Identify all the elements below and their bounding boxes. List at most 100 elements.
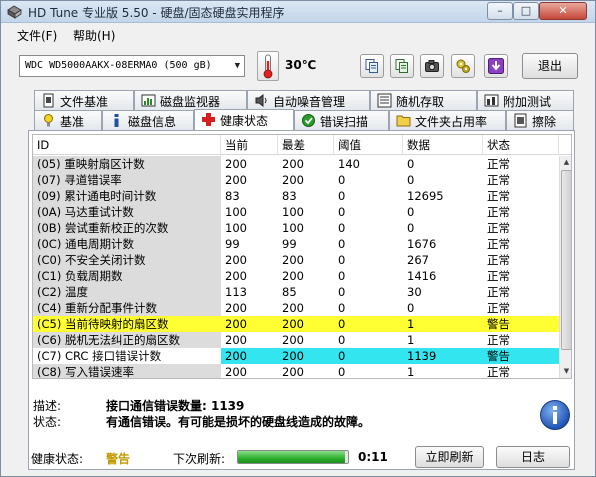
cell-status: 正常 (487, 253, 510, 267)
cell-data: 0 (407, 301, 415, 315)
tab-random-access[interactable]: 随机存取 (370, 90, 477, 110)
status-value: 有通信错误。有可能是损坏的硬盘线造成的故障。 (106, 415, 371, 429)
scroll-up-icon[interactable]: ▲ (560, 156, 571, 169)
cell-threshold: 0 (338, 365, 346, 379)
file-benchmark-icon (43, 93, 54, 108)
cell-id: (0A) 马达重试计数 (33, 204, 221, 220)
tab-random-access-label: 随机存取 (396, 95, 445, 109)
cell-data: 0 (407, 157, 415, 171)
copy-all-button[interactable] (390, 54, 414, 78)
dropdown-arrow-icon: ▼ (234, 61, 240, 71)
cell-current: 200 (225, 157, 247, 171)
close-button[interactable]: ✕ (539, 2, 587, 20)
cell-status: 正常 (487, 237, 510, 251)
tab-aam[interactable]: 自动噪音管理 (247, 90, 370, 110)
options-button[interactable] (451, 54, 475, 78)
column-header-data[interactable]: 数据 (403, 135, 483, 155)
scroll-down-icon[interactable]: ▼ (560, 365, 571, 378)
tab-disk-monitor-label: 磁盘监视器 (160, 95, 221, 109)
cell-data: 0 (407, 221, 415, 235)
cell-threshold: 140 (338, 157, 360, 171)
column-header-status[interactable]: 状态 (483, 135, 559, 155)
cell-id: (09) 累计通电时间计数 (33, 188, 221, 204)
cell-data: 1676 (407, 237, 437, 251)
temperature-button[interactable] (257, 51, 279, 81)
exit-button[interactable]: 退出 (522, 53, 578, 79)
cell-data: 1 (407, 317, 415, 331)
table-row[interactable]: (0A) 马达重试计数 100 100 0 0 正常 (33, 204, 571, 220)
tab-folder-usage[interactable]: 文件夹占用率 (389, 110, 506, 130)
cell-worst: 200 (282, 333, 304, 347)
tab-erase[interactable]: 擦除 (506, 110, 574, 130)
copy-button[interactable] (360, 54, 384, 78)
refresh-now-button[interactable]: 立即刷新 (415, 446, 484, 468)
cell-worst: 100 (282, 205, 304, 219)
cell-threshold: 0 (338, 333, 346, 347)
table-row[interactable]: (09) 累计通电时间计数 83 83 0 12695 正常 (33, 188, 571, 204)
cell-current: 200 (225, 173, 247, 187)
table-row[interactable]: (C4) 重新分配事件计数 200 200 0 0 正常 (33, 300, 571, 316)
maximize-button[interactable]: □ (513, 2, 539, 20)
table-row[interactable]: (C0) 不安全关闭计数 200 200 0 267 正常 (33, 252, 571, 268)
vertical-scrollbar[interactable]: ▲ ▼ (559, 156, 571, 378)
tab-disk-info[interactable]: 磁盘信息 (102, 110, 194, 130)
menu-help[interactable]: 帮助(H) (73, 27, 115, 44)
cell-status: 正常 (487, 205, 510, 219)
table-row[interactable]: (C5) 当前待映射的扇区数 200 200 0 1 警告 (33, 316, 571, 332)
extra-tests-icon (484, 94, 499, 107)
thermometer-icon (263, 54, 273, 79)
table-row[interactable]: (05) 重映射扇区计数 200 200 140 0 正常 (33, 156, 571, 172)
cell-data: 12695 (407, 189, 444, 203)
cell-current: 100 (225, 205, 247, 219)
cell-worst: 100 (282, 221, 304, 235)
table-row[interactable]: (C7) CRC 接口错误计数 200 200 0 1139 警告 (33, 348, 571, 364)
cell-threshold: 0 (338, 253, 346, 267)
copy-all-icon (395, 59, 408, 73)
cell-data: 0 (407, 173, 415, 187)
tab-file-benchmark[interactable]: 文件基准 (34, 90, 134, 110)
copy-icon (365, 59, 378, 73)
table-row[interactable]: (C1) 负载周期数 200 200 0 1416 正常 (33, 268, 571, 284)
log-button[interactable]: 日志 (496, 446, 570, 468)
menu-file[interactable]: 文件(F) (17, 27, 57, 44)
cell-current: 100 (225, 221, 247, 235)
table-header: ID 当前 最差 阈值 数据 状态 (33, 135, 571, 155)
table-row[interactable]: (C8) 写入错误速率 200 200 0 1 正常 (33, 364, 571, 379)
tab-error-scan[interactable]: 错误扫描 (294, 110, 389, 130)
cell-status: 正常 (487, 189, 510, 203)
tab-benchmark[interactable]: 基准 (34, 110, 102, 130)
cell-status: 正常 (487, 157, 510, 171)
tab-extra-tests[interactable]: 附加测试 (477, 90, 574, 110)
cell-threshold: 0 (338, 189, 346, 203)
health-status-label: 健康状态: (31, 452, 84, 466)
column-header-id[interactable]: ID (33, 135, 221, 155)
cell-threshold: 0 (338, 173, 346, 187)
table-row[interactable]: (C2) 温度 113 85 0 30 正常 (33, 284, 571, 300)
random-access-icon (377, 93, 392, 108)
info-button-icon[interactable] (539, 399, 571, 431)
column-header-current[interactable]: 当前 (221, 135, 278, 155)
cell-current: 200 (225, 349, 247, 363)
title-bar: HD Tune 专业版 5.50 - 硬盘/固态硬盘实用程序 – □ ✕ (1, 1, 595, 23)
toolbar: WDC WD5000AAKX-08ERMA0 (500 gB) ▼ 30℃ 退出 (1, 45, 595, 87)
tab-health[interactable]: 健康状态 (194, 109, 294, 130)
erase-icon (514, 113, 527, 128)
cell-current: 83 (225, 189, 240, 203)
table-row[interactable]: (07) 寻道错误率 200 200 0 0 正常 (33, 172, 571, 188)
table-row[interactable]: (0C) 通电周期计数 99 99 0 1676 正常 (33, 236, 571, 252)
column-header-worst[interactable]: 最差 (278, 135, 334, 155)
save-download-button[interactable] (484, 54, 508, 78)
drive-select[interactable]: WDC WD5000AAKX-08ERMA0 (500 gB) ▼ (19, 55, 245, 77)
scrollbar-thumb[interactable] (561, 170, 571, 350)
tab-erase-label: 擦除 (532, 115, 557, 129)
screenshot-button[interactable] (420, 54, 444, 78)
table-row[interactable]: (0B) 尝试重新校正的次数 100 100 0 0 正常 (33, 220, 571, 236)
column-header-threshold[interactable]: 阈值 (334, 135, 403, 155)
cell-status: 正常 (487, 173, 510, 187)
tab-folder-usage-label: 文件夹占用率 (415, 115, 488, 129)
table-row[interactable]: (C6) 脱机无法纠正的扇区数 200 200 0 1 正常 (33, 332, 571, 348)
minimize-button[interactable]: – (487, 2, 513, 20)
cell-current: 200 (225, 301, 247, 315)
cell-data: 1139 (407, 349, 437, 363)
tab-disk-monitor[interactable]: 磁盘监视器 (134, 90, 247, 110)
